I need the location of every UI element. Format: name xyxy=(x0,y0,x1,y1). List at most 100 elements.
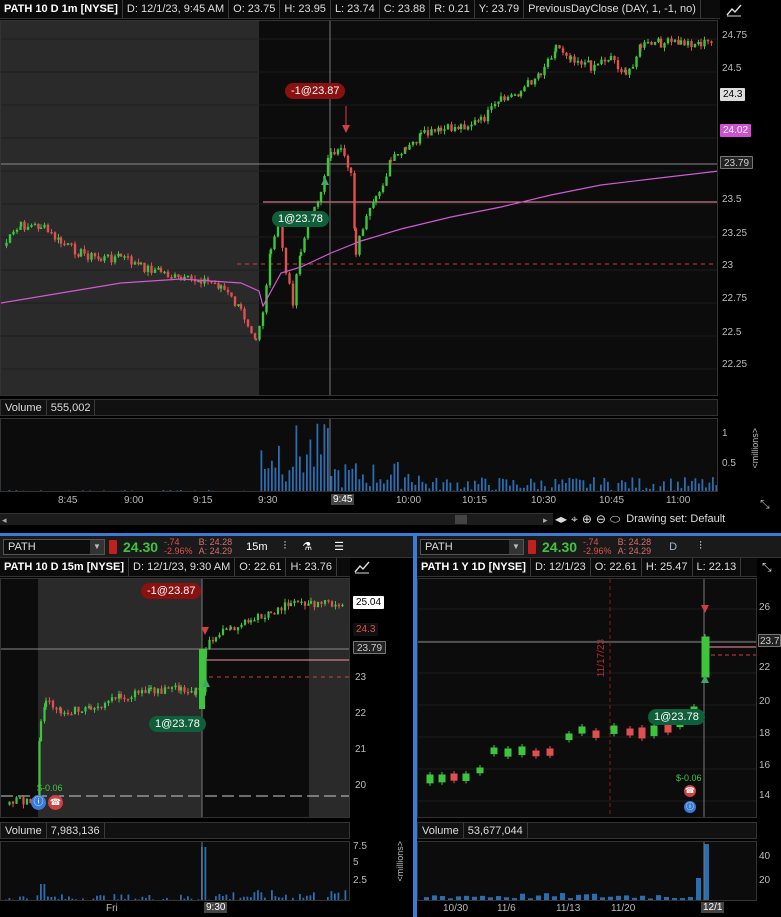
right-chart-title[interactable]: PATH 1 Y 1D [NYSE] xyxy=(417,558,531,576)
conference-call-icon[interactable]: ☎ xyxy=(684,785,696,797)
time-tick: 10:00 xyxy=(396,495,422,506)
main-candle xyxy=(600,59,603,65)
studies-flask-icon[interactable]: ⚗ xyxy=(302,540,312,553)
right-aggregation-button[interactable]: D xyxy=(669,541,677,553)
expand-icon[interactable]: ⤡ xyxy=(760,497,770,512)
volume-label: Volume xyxy=(1,823,47,838)
volume-bar xyxy=(411,482,413,491)
left-candle xyxy=(183,687,186,692)
main-price-axis[interactable]: 24.75 24.5 24.3 24.02 23.79 23.5 23.25 2… xyxy=(718,20,781,396)
alert-icon[interactable] xyxy=(528,539,536,554)
volume-bar xyxy=(467,481,469,491)
left-price-plot[interactable]: -1@23.87 1@23.78 $-0.06 ⓘ ☎ xyxy=(0,578,350,818)
right-toolbar: PATH ▼ 24.30 -.74 -2.96% B: 24.28 A: 24.29… xyxy=(417,536,781,558)
volume-bar xyxy=(278,897,280,900)
left-time-axis[interactable]: Fri 9:30 xyxy=(0,902,413,917)
main-candle xyxy=(624,70,628,75)
volume-bar xyxy=(281,474,284,491)
left-symbol-field[interactable]: PATH ▼ xyxy=(3,538,105,555)
chart-title[interactable]: PATH 10 D 1m [NYSE] xyxy=(0,0,123,18)
main-time-axis[interactable]: 8:45 9:00 9:15 9:30 9:45 10:00 10:15 10:… xyxy=(0,492,718,510)
left-sell-trade-marker[interactable]: -1@23.87 xyxy=(141,583,202,599)
buy-trade-marker[interactable]: 1@23.78 xyxy=(272,211,329,227)
right-symbol-field[interactable]: PATH ▼ xyxy=(420,538,524,555)
main-candle xyxy=(463,124,466,130)
main-candle xyxy=(143,262,146,272)
conference-call-icon[interactable]: ☎ xyxy=(48,795,63,810)
volume-bar xyxy=(528,898,533,900)
volume-bar xyxy=(204,847,207,900)
scroll-thumb[interactable] xyxy=(455,515,467,524)
main-candle xyxy=(226,289,230,293)
study-label[interactable]: PreviousDayClose (DAY, 1, -1, no) xyxy=(524,0,701,18)
pan-icon[interactable]: ◂▸ xyxy=(555,512,567,526)
volume-bar xyxy=(64,899,67,900)
left-candle xyxy=(269,611,273,614)
chart-settings-icon[interactable] xyxy=(722,0,746,19)
zoom-out-icon[interactable]: ⊖ xyxy=(596,512,606,526)
earnings-icon[interactable]: ⓘ xyxy=(684,801,696,813)
left-chart-settings-icon[interactable] xyxy=(354,560,370,577)
main-candle xyxy=(635,56,638,67)
volume-bar xyxy=(505,479,508,491)
chevron-down-icon[interactable]: ▼ xyxy=(90,539,104,554)
volume-bar xyxy=(684,477,686,491)
menu-icon[interactable]: ☰ xyxy=(334,540,344,553)
main-candle xyxy=(650,41,653,45)
ellipse-icon[interactable]: ⬭ xyxy=(610,512,620,527)
volume-bar xyxy=(663,481,665,491)
alert-icon[interactable] xyxy=(109,539,117,554)
right-price-axis[interactable]: 26 23.7 22 20 18 16 14 xyxy=(757,578,781,818)
main-candle xyxy=(546,58,550,67)
left-candle xyxy=(18,797,22,799)
volume-bar xyxy=(624,482,627,491)
candle-style-icon[interactable]: ⫶ xyxy=(699,540,702,553)
volume-bar xyxy=(68,896,70,900)
main-volume-axis: 1 0.5 <millions> xyxy=(718,418,781,492)
right-candle xyxy=(546,748,554,756)
left-aggregation-button[interactable]: 15m xyxy=(246,541,267,553)
scroll-right-icon[interactable]: ▸ xyxy=(543,515,548,526)
left-volume-plot[interactable] xyxy=(0,841,350,901)
volume-bar xyxy=(148,894,151,900)
left-candle xyxy=(167,687,170,689)
crosshair-icon[interactable]: ⌖ xyxy=(571,512,578,527)
main-volume-plot[interactable] xyxy=(0,418,718,492)
main-candle xyxy=(659,38,663,48)
earnings-icon[interactable]: ⓘ xyxy=(31,795,46,810)
volume-bar xyxy=(8,898,11,900)
volume-bar xyxy=(306,454,308,491)
drawing-set-label[interactable]: Drawing set: Default xyxy=(626,513,725,525)
right-buy-trade-marker[interactable]: 1@23.78 xyxy=(648,709,705,725)
right-volume-plot[interactable] xyxy=(417,841,757,901)
left-chart-title[interactable]: PATH 10 D 15m [NYSE] xyxy=(0,558,130,576)
main-scrollbar[interactable]: ◂ ▸ xyxy=(0,513,553,525)
main-candle xyxy=(57,237,60,240)
volume-label: Volume xyxy=(1,400,47,415)
chevron-down-icon[interactable]: ▼ xyxy=(509,539,523,554)
main-price-svg xyxy=(1,21,717,395)
volume-bar xyxy=(425,483,427,491)
right-time-axis[interactable]: 10/30 11/6 11/13 11/20 12/1 xyxy=(417,902,781,917)
main-candle xyxy=(503,96,506,101)
left-buy-trade-marker[interactable]: 1@23.78 xyxy=(149,716,206,732)
main-price-plot[interactable]: -1@23.87 1@23.78 xyxy=(0,20,718,396)
scroll-left-icon[interactable]: ◂ xyxy=(2,515,7,526)
volume-bar xyxy=(292,897,294,900)
candle-style-icon[interactable]: ⫶ xyxy=(284,540,287,553)
main-candle xyxy=(19,221,23,227)
right-bar-open: O: 22.61 xyxy=(591,558,642,576)
left-bar-date: D: 12/1/23, 9:30 AM xyxy=(129,558,236,576)
main-candle xyxy=(361,229,365,236)
volume-bar xyxy=(572,479,574,491)
main-candle xyxy=(490,106,493,110)
volume-bar xyxy=(472,896,477,900)
volume-bar xyxy=(418,475,420,491)
left-price-axis[interactable]: 25.04 24.3 23.79 23 22 21 20 xyxy=(350,578,413,818)
volume-bar xyxy=(36,895,39,900)
right-expand-icon[interactable]: ⤡ xyxy=(762,560,772,575)
zoom-in-icon[interactable]: ⊕ xyxy=(582,512,592,526)
right-price-plot[interactable]: 11/17/23 1@23.78 $-0.06 ☎ ⓘ xyxy=(417,578,757,818)
sell-trade-marker[interactable]: -1@23.87 xyxy=(285,83,346,99)
main-candle xyxy=(415,141,418,144)
